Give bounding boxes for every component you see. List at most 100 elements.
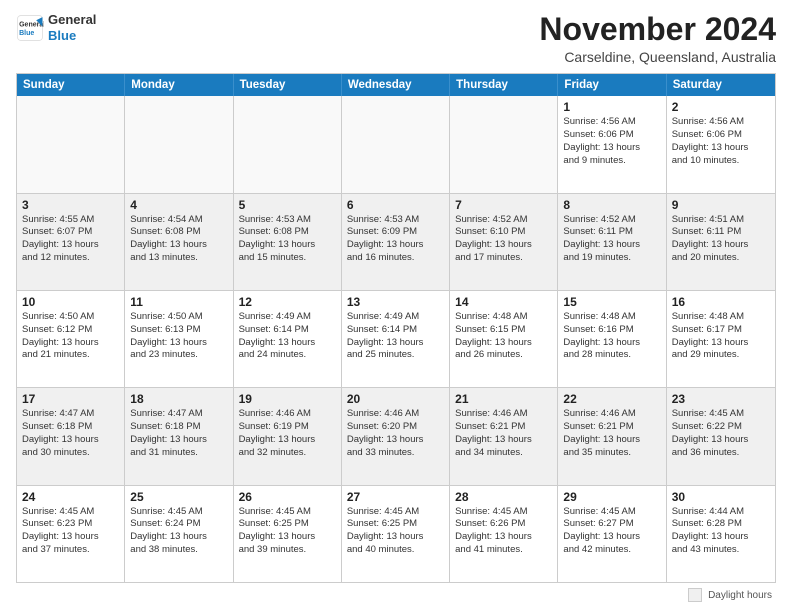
day-number: 25 xyxy=(130,490,227,504)
cell-info: Sunrise: 4:44 AM Sunset: 6:28 PM Dayligh… xyxy=(672,506,770,557)
day-number: 27 xyxy=(347,490,444,504)
calendar-cell: 30 Sunrise: 4:44 AM Sunset: 6:28 PM Dayli… xyxy=(667,486,775,582)
day-number: 30 xyxy=(672,490,770,504)
cell-info: Sunrise: 4:46 AM Sunset: 6:21 PM Dayligh… xyxy=(455,408,552,459)
calendar-row-1: 3Sunrise: 4:55 AM Sunset: 6:07 PM Daylig… xyxy=(17,193,775,290)
day-number: 19 xyxy=(239,392,336,406)
calendar-cell: 24Sunrise: 4:45 AM Sunset: 6:23 PM Dayli… xyxy=(17,486,125,582)
calendar-cell xyxy=(450,96,558,192)
day-number: 28 xyxy=(455,490,552,504)
day-number: 16 xyxy=(672,295,770,309)
cell-info: Sunrise: 4:56 AM Sunset: 6:06 PM Dayligh… xyxy=(672,116,770,167)
cell-info: Sunrise: 4:49 AM Sunset: 6:14 PM Dayligh… xyxy=(239,311,336,362)
cell-info: Sunrise: 4:45 AM Sunset: 6:24 PM Dayligh… xyxy=(130,506,227,557)
calendar-cell: 28Sunrise: 4:45 AM Sunset: 6:26 PM Dayli… xyxy=(450,486,558,582)
calendar-row-3: 17Sunrise: 4:47 AM Sunset: 6:18 PM Dayli… xyxy=(17,387,775,484)
day-number: 12 xyxy=(239,295,336,309)
day-number: 11 xyxy=(130,295,227,309)
cell-info: Sunrise: 4:45 AM Sunset: 6:23 PM Dayligh… xyxy=(22,506,119,557)
cell-info: Sunrise: 4:45 AM Sunset: 6:27 PM Dayligh… xyxy=(563,506,660,557)
calendar-cell: 17Sunrise: 4:47 AM Sunset: 6:18 PM Dayli… xyxy=(17,388,125,484)
day-number: 18 xyxy=(130,392,227,406)
day-number: 2 xyxy=(672,100,770,114)
legend-label: Daylight hours xyxy=(708,590,772,601)
calendar-cell: 18 Sunrise: 4:47 AM Sunset: 6:18 PM Dayli… xyxy=(125,388,233,484)
cell-info: Sunrise: 4:53 AM Sunset: 6:08 PM Dayligh… xyxy=(239,214,336,265)
cell-info: Sunrise: 4:50 AM Sunset: 6:13 PM Dayligh… xyxy=(130,311,227,362)
calendar: SundayMondayTuesdayWednesdayThursdayFrid… xyxy=(16,73,776,583)
logo-text: General Blue xyxy=(48,12,96,43)
logo-line2: Blue xyxy=(48,28,96,44)
weekday-header-thursday: Thursday xyxy=(450,74,558,96)
day-number: 9 xyxy=(672,198,770,212)
cell-info: Sunrise: 4:52 AM Sunset: 6:11 PM Dayligh… xyxy=(563,214,660,265)
calendar-cell: 21 Sunrise: 4:46 AM Sunset: 6:21 PM Dayli… xyxy=(450,388,558,484)
page: General Blue General Blue November 2024 … xyxy=(0,0,792,612)
calendar-cell: 13 Sunrise: 4:49 AM Sunset: 6:14 PM Dayli… xyxy=(342,291,450,387)
calendar-cell: 10 Sunrise: 4:50 AM Sunset: 6:12 PM Dayli… xyxy=(17,291,125,387)
calendar-cell: 11 Sunrise: 4:50 AM Sunset: 6:13 PM Dayli… xyxy=(125,291,233,387)
logo-icon: General Blue xyxy=(16,14,44,42)
calendar-row-2: 10 Sunrise: 4:50 AM Sunset: 6:12 PM Dayli… xyxy=(17,290,775,387)
cell-info: Sunrise: 4:45 AM Sunset: 6:22 PM Dayligh… xyxy=(672,408,770,459)
svg-text:Blue: Blue xyxy=(19,30,34,37)
day-number: 26 xyxy=(239,490,336,504)
calendar-cell: 2 Sunrise: 4:56 AM Sunset: 6:06 PM Daylig… xyxy=(667,96,775,192)
cell-info: Sunrise: 4:46 AM Sunset: 6:20 PM Dayligh… xyxy=(347,408,444,459)
weekday-header-wednesday: Wednesday xyxy=(342,74,450,96)
day-number: 29 xyxy=(563,490,660,504)
day-number: 20 xyxy=(347,392,444,406)
day-number: 4 xyxy=(130,198,227,212)
calendar-cell xyxy=(234,96,342,192)
cell-info: Sunrise: 4:51 AM Sunset: 6:11 PM Dayligh… xyxy=(672,214,770,265)
calendar-cell: 5Sunrise: 4:53 AM Sunset: 6:08 PM Daylig… xyxy=(234,194,342,290)
cell-info: Sunrise: 4:52 AM Sunset: 6:10 PM Dayligh… xyxy=(455,214,552,265)
day-number: 1 xyxy=(563,100,660,114)
weekday-header-friday: Friday xyxy=(558,74,666,96)
day-number: 6 xyxy=(347,198,444,212)
calendar-cell: 25 Sunrise: 4:45 AM Sunset: 6:24 PM Dayli… xyxy=(125,486,233,582)
day-number: 23 xyxy=(672,392,770,406)
day-number: 8 xyxy=(563,198,660,212)
day-number: 10 xyxy=(22,295,119,309)
cell-info: Sunrise: 4:53 AM Sunset: 6:09 PM Dayligh… xyxy=(347,214,444,265)
calendar-cell: 3Sunrise: 4:55 AM Sunset: 6:07 PM Daylig… xyxy=(17,194,125,290)
calendar-cell xyxy=(17,96,125,192)
cell-info: Sunrise: 4:45 AM Sunset: 6:25 PM Dayligh… xyxy=(239,506,336,557)
cell-info: Sunrise: 4:48 AM Sunset: 6:15 PM Dayligh… xyxy=(455,311,552,362)
day-number: 15 xyxy=(563,295,660,309)
weekday-header-sunday: Sunday xyxy=(17,74,125,96)
weekday-header-saturday: Saturday xyxy=(667,74,775,96)
calendar-header: SundayMondayTuesdayWednesdayThursdayFrid… xyxy=(17,74,775,96)
calendar-cell: 26 Sunrise: 4:45 AM Sunset: 6:25 PM Dayli… xyxy=(234,486,342,582)
title-block: November 2024 Carseldine, Queensland, Au… xyxy=(539,12,776,65)
calendar-cell: 29 Sunrise: 4:45 AM Sunset: 6:27 PM Dayli… xyxy=(558,486,666,582)
calendar-cell: 1 Sunrise: 4:56 AM Sunset: 6:06 PM Daylig… xyxy=(558,96,666,192)
cell-info: Sunrise: 4:50 AM Sunset: 6:12 PM Dayligh… xyxy=(22,311,119,362)
day-number: 21 xyxy=(455,392,552,406)
cell-info: Sunrise: 4:47 AM Sunset: 6:18 PM Dayligh… xyxy=(130,408,227,459)
calendar-cell: 23 Sunrise: 4:45 AM Sunset: 6:22 PM Dayli… xyxy=(667,388,775,484)
cell-info: Sunrise: 4:45 AM Sunset: 6:25 PM Dayligh… xyxy=(347,506,444,557)
day-number: 22 xyxy=(563,392,660,406)
logo: General Blue General Blue xyxy=(16,12,96,43)
calendar-cell xyxy=(342,96,450,192)
footer: Daylight hours xyxy=(16,588,776,602)
day-number: 13 xyxy=(347,295,444,309)
legend: Daylight hours xyxy=(688,588,772,602)
weekday-header-tuesday: Tuesday xyxy=(234,74,342,96)
cell-info: Sunrise: 4:49 AM Sunset: 6:14 PM Dayligh… xyxy=(347,311,444,362)
header: General Blue General Blue November 2024 … xyxy=(16,12,776,65)
day-number: 7 xyxy=(455,198,552,212)
calendar-cell: 8 Sunrise: 4:52 AM Sunset: 6:11 PM Daylig… xyxy=(558,194,666,290)
calendar-cell: 22Sunrise: 4:46 AM Sunset: 6:21 PM Dayli… xyxy=(558,388,666,484)
calendar-cell: 19Sunrise: 4:46 AM Sunset: 6:19 PM Dayli… xyxy=(234,388,342,484)
location: Carseldine, Queensland, Australia xyxy=(539,49,776,65)
calendar-row-0: 1 Sunrise: 4:56 AM Sunset: 6:06 PM Daylig… xyxy=(17,96,775,192)
cell-info: Sunrise: 4:56 AM Sunset: 6:06 PM Dayligh… xyxy=(563,116,660,167)
calendar-cell: 12 Sunrise: 4:49 AM Sunset: 6:14 PM Dayli… xyxy=(234,291,342,387)
calendar-cell xyxy=(125,96,233,192)
day-number: 3 xyxy=(22,198,119,212)
legend-box xyxy=(688,588,702,602)
calendar-cell: 14Sunrise: 4:48 AM Sunset: 6:15 PM Dayli… xyxy=(450,291,558,387)
